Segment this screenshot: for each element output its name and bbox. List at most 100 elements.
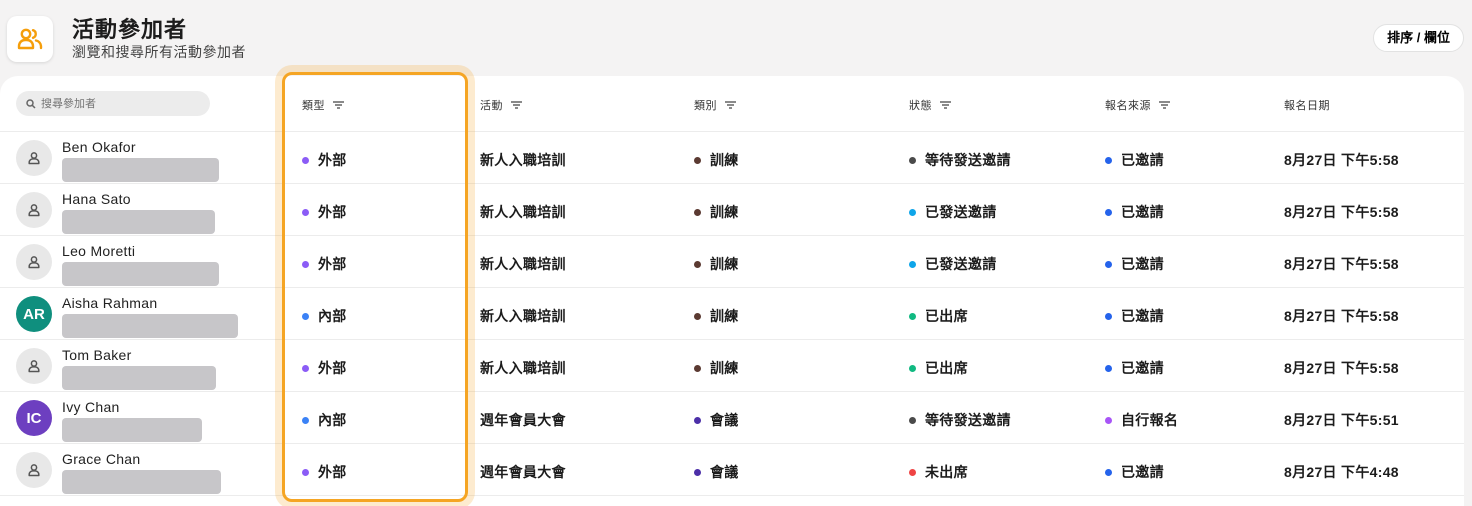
- cell-status: 已發送邀請: [909, 254, 997, 274]
- cell-source-label: 已邀請: [1121, 256, 1164, 272]
- status-dot: [694, 364, 701, 372]
- cell-event: 新人入職培訓: [480, 150, 566, 170]
- table-header: 類型 活動 類別 狀態 報名來源 報名日期: [0, 76, 1464, 132]
- status-dot: [694, 312, 701, 320]
- cell-type: 內部: [302, 306, 347, 326]
- column-header-date[interactable]: 報名日期: [1284, 97, 1330, 113]
- filter-icon[interactable]: [1159, 101, 1170, 109]
- cell-source: 已邀請: [1105, 150, 1164, 170]
- cell-status-label: 未出席: [925, 464, 968, 480]
- table-row[interactable]: AR Aisha Rahman 內部 新人入職培訓 訓練 已出席 已邀請 8月27日 下午5:…: [0, 288, 1464, 340]
- attendee-name: Aisha Rahman: [62, 295, 158, 311]
- person-icon: [16, 348, 52, 384]
- table-row[interactable]: Grace Chan 外部 週年會員大會 會議 未出席 已邀請 8月27日 下午4:48: [0, 444, 1464, 496]
- column-header-event[interactable]: 活動: [480, 97, 522, 113]
- cell-date: 8月27日 下午4:48: [1284, 462, 1399, 482]
- status-dot: [1105, 208, 1112, 216]
- cell-date-label: 8月27日 下午4:48: [1284, 464, 1399, 480]
- page-header: 活動參加者 瀏覽和搜尋所有活動參加者 排序 / 欄位: [0, 0, 1472, 76]
- cell-type-label: 外部: [318, 152, 347, 168]
- cell-status: 已發送邀請: [909, 202, 997, 222]
- page-title: 活動參加者: [72, 17, 188, 42]
- cell-status: 已出席: [909, 306, 968, 326]
- cell-date: 8月27日 下午5:58: [1284, 358, 1399, 378]
- redacted-email: [62, 262, 219, 286]
- cell-date: 8月27日 下午5:58: [1284, 150, 1399, 170]
- redacted-email: [62, 210, 215, 234]
- person-icon: [16, 140, 52, 176]
- table-row[interactable]: Hana Sato 外部 新人入職培訓 訓練 已發送邀請 已邀請 8月27日 下午5:58: [0, 184, 1464, 236]
- status-dot: [909, 416, 916, 424]
- status-dot: [1105, 416, 1112, 424]
- status-dot: [909, 364, 916, 372]
- table-row[interactable]: IC Ivy Chan 內部 週年會員大會 會議 等待發送邀請 自行報名 8月27日 下午5:…: [0, 392, 1464, 444]
- cell-category: 訓練: [694, 306, 739, 326]
- status-dot: [694, 416, 701, 424]
- person-icon: [16, 452, 52, 488]
- status-dot: [1105, 260, 1112, 268]
- column-header-category[interactable]: 類別: [694, 97, 736, 113]
- cell-source-label: 已邀請: [1121, 204, 1164, 220]
- cell-event: 新人入職培訓: [480, 306, 566, 326]
- cell-date-label: 8月27日 下午5:58: [1284, 256, 1399, 272]
- cell-event: 新人入職培訓: [480, 358, 566, 378]
- cell-type-label: 外部: [318, 204, 347, 220]
- cell-category-label: 會議: [710, 464, 739, 480]
- status-dot: [302, 364, 309, 372]
- table-row[interactable]: Leo Moretti 外部 新人入職培訓 訓練 已發送邀請 已邀請 8月27日 下午5:5…: [0, 236, 1464, 288]
- users-icon: [7, 16, 53, 62]
- search-field[interactable]: [16, 91, 210, 116]
- cell-date: 8月27日 下午5:58: [1284, 254, 1399, 274]
- status-dot: [302, 208, 309, 216]
- search-input[interactable]: [41, 97, 201, 110]
- filter-icon[interactable]: [725, 101, 736, 109]
- status-dot: [694, 260, 701, 268]
- table-row[interactable]: Tom Baker 外部 新人入職培訓 訓練 已出席 已邀請 8月27日 下午5:58: [0, 340, 1464, 392]
- cell-category: 會議: [694, 462, 739, 482]
- redacted-email: [62, 314, 238, 338]
- cell-event-label: 新人入職培訓: [480, 256, 566, 272]
- cell-event: 新人入職培訓: [480, 202, 566, 222]
- filter-icon[interactable]: [333, 101, 344, 109]
- cell-date-label: 8月27日 下午5:51: [1284, 412, 1399, 428]
- filter-icon[interactable]: [511, 101, 522, 109]
- filter-icon[interactable]: [940, 101, 951, 109]
- status-dot: [694, 468, 701, 476]
- cell-source-label: 自行報名: [1121, 412, 1179, 428]
- status-dot: [302, 156, 309, 164]
- cell-event-label: 新人入職培訓: [480, 308, 566, 324]
- attendee-name: Tom Baker: [62, 347, 132, 363]
- cell-status-label: 等待發送邀請: [925, 152, 1011, 168]
- cell-status-label: 已出席: [925, 360, 968, 376]
- column-header-source[interactable]: 報名來源: [1105, 97, 1170, 113]
- cell-category-label: 訓練: [710, 204, 739, 220]
- status-dot: [302, 468, 309, 476]
- cell-status-label: 等待發送邀請: [925, 412, 1011, 428]
- cell-type: 外部: [302, 202, 347, 222]
- cell-source: 已邀請: [1105, 254, 1164, 274]
- redacted-email: [62, 470, 221, 494]
- table-row[interactable]: Ben Okafor 外部 新人入職培訓 訓練 等待發送邀請 已邀請 8月27日 下午5:5…: [0, 132, 1464, 184]
- search-icon: [26, 98, 36, 109]
- redacted-email: [62, 366, 216, 390]
- cell-type-label: 外部: [318, 256, 347, 272]
- status-dot: [909, 208, 916, 216]
- cell-type: 內部: [302, 410, 347, 430]
- person-icon: [16, 192, 52, 228]
- attendees-table: 類型 活動 類別 狀態 報名來源 報名日期 Ben Okafor外部新人入職培訓…: [0, 76, 1464, 506]
- cell-status-label: 已出席: [925, 308, 968, 324]
- status-dot: [302, 312, 309, 320]
- attendee-name: Ivy Chan: [62, 399, 120, 415]
- cell-status: 未出席: [909, 462, 968, 482]
- sort-columns-button[interactable]: 排序 / 欄位: [1373, 24, 1464, 52]
- column-header-type[interactable]: 類型: [302, 97, 344, 113]
- column-header-status[interactable]: 狀態: [909, 97, 951, 113]
- cell-event-label: 新人入職培訓: [480, 152, 566, 168]
- cell-source: 已邀請: [1105, 462, 1164, 482]
- status-dot: [1105, 364, 1112, 372]
- cell-source-label: 已邀請: [1121, 308, 1164, 324]
- cell-source: 已邀請: [1105, 202, 1164, 222]
- cell-type-label: 內部: [318, 412, 347, 428]
- cell-date: 8月27日 下午5:51: [1284, 410, 1399, 430]
- cell-category: 訓練: [694, 358, 739, 378]
